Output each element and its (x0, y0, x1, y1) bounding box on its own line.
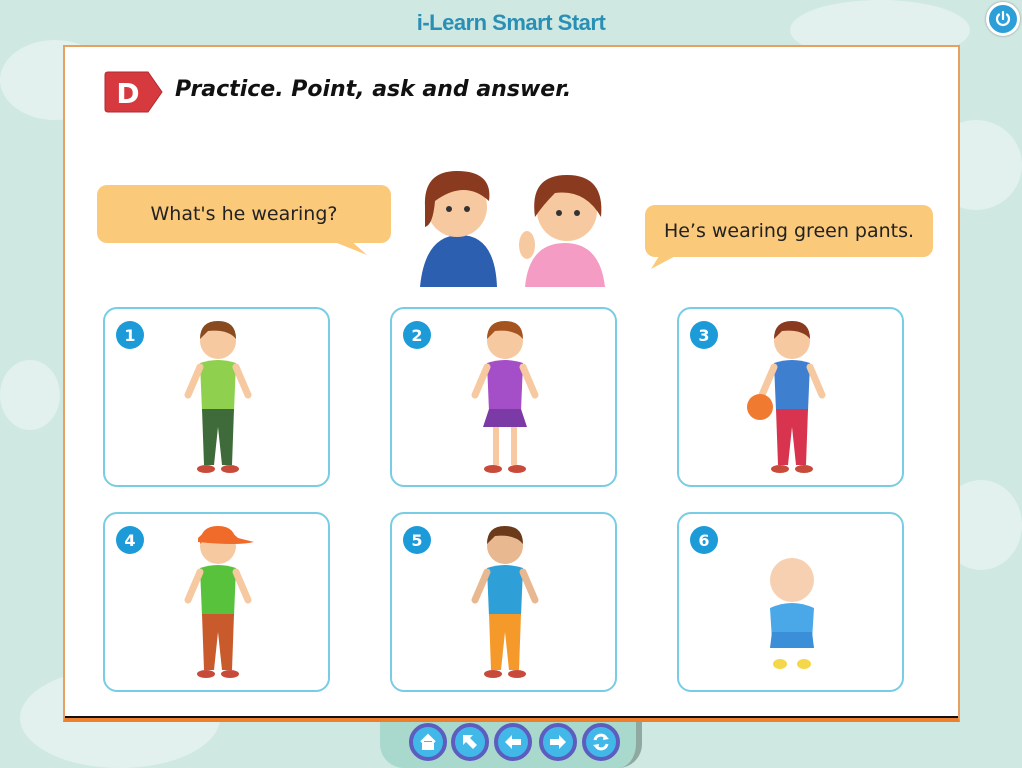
home-button[interactable] (409, 723, 447, 761)
baby-figure-icon (770, 558, 814, 669)
picture-card-5[interactable]: 5 (390, 512, 617, 692)
child-figure-icon (747, 321, 826, 473)
home-icon (420, 733, 436, 750)
child-figure-icon (471, 321, 539, 473)
picture-card-6[interactable]: 6 (677, 512, 904, 692)
back-to-menu-icon (463, 735, 477, 749)
svg-text:D: D (116, 77, 139, 110)
child-figure-icon (471, 526, 539, 678)
picture-card-1[interactable]: 1 (103, 307, 330, 487)
card-number-badge: 3 (690, 321, 718, 349)
card-number-badge: 5 (403, 526, 431, 554)
answer-bubble: He’s wearing green pants. (645, 205, 933, 269)
picture-card-4[interactable]: 4 (103, 512, 330, 692)
power-button[interactable] (986, 2, 1020, 36)
previous-button[interactable] (494, 723, 532, 761)
card-number-badge: 1 (116, 321, 144, 349)
background-cloud (0, 360, 60, 430)
bubble-tail (327, 239, 367, 255)
refresh-icon (593, 733, 609, 751)
previous-icon (505, 735, 521, 749)
next-icon (550, 735, 566, 749)
next-button[interactable] (539, 723, 577, 761)
answer-text: He’s wearing green pants. (663, 220, 915, 242)
picture-card-3[interactable]: 3 (677, 307, 904, 487)
card-number-badge: 2 (403, 321, 431, 349)
two-girls-illustration (420, 171, 605, 287)
child-figure-icon (184, 526, 254, 678)
lesson-panel: D Practice. Point, ask and answer. What'… (63, 45, 960, 722)
card-number-badge: 6 (690, 526, 718, 554)
child-figure-icon (184, 321, 252, 473)
back-to-menu-button[interactable] (451, 723, 489, 761)
question-bubble: What's he wearing? (97, 185, 391, 255)
bubble-tail (651, 253, 681, 269)
card-number-badge: 4 (116, 526, 144, 554)
exercise-heading: Practice. Point, ask and answer. (175, 77, 572, 102)
refresh-button[interactable] (582, 723, 620, 761)
question-text: What's he wearing? (150, 203, 338, 225)
picture-card-2[interactable]: 2 (390, 307, 617, 487)
power-icon (995, 10, 1011, 26)
app-title: i-Learn Smart Start (416, 10, 606, 35)
section-badge: D (104, 71, 163, 113)
